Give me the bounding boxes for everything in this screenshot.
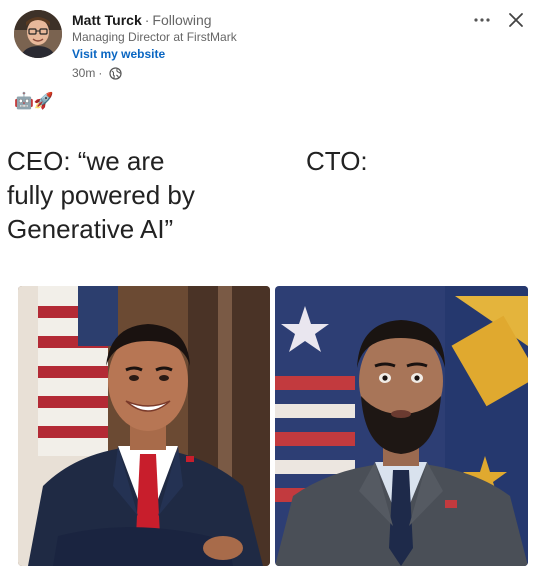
author-block: Matt Turck · Following Managing Director a… (72, 11, 237, 82)
author-name[interactable]: Matt Turck (72, 12, 142, 28)
author-headline: Managing Director at FirstMark (72, 30, 237, 44)
meme-caption-ceo: CEO: “we are fully powered by Generative… (7, 146, 195, 244)
post-header: Matt Turck · Following Managing Director a… (14, 8, 534, 88)
separator-dot: · (144, 12, 150, 28)
globe-icon (109, 66, 122, 80)
flag-background (38, 286, 118, 456)
cto-portrait-photo (275, 286, 528, 566)
more-options-icon[interactable] (470, 10, 494, 34)
meme-image[interactable]: CEO: “we are fully powered by Generative… (0, 128, 544, 578)
close-icon[interactable] (504, 8, 528, 32)
avatar-image (14, 10, 62, 58)
post-time: 30m (72, 66, 96, 80)
ceo-portrait-photo (18, 286, 270, 566)
meme-caption-cto: CTO: (306, 146, 368, 176)
avatar[interactable] (14, 10, 62, 58)
post-text: 🤖🚀 (14, 93, 54, 110)
post-meta: 30m · (72, 64, 237, 82)
follow-state[interactable]: Following (152, 12, 211, 28)
separator-dot: · (98, 66, 103, 80)
author-line: Matt Turck · Following (72, 11, 237, 29)
visit-website-link[interactable]: Visit my website (72, 45, 165, 63)
